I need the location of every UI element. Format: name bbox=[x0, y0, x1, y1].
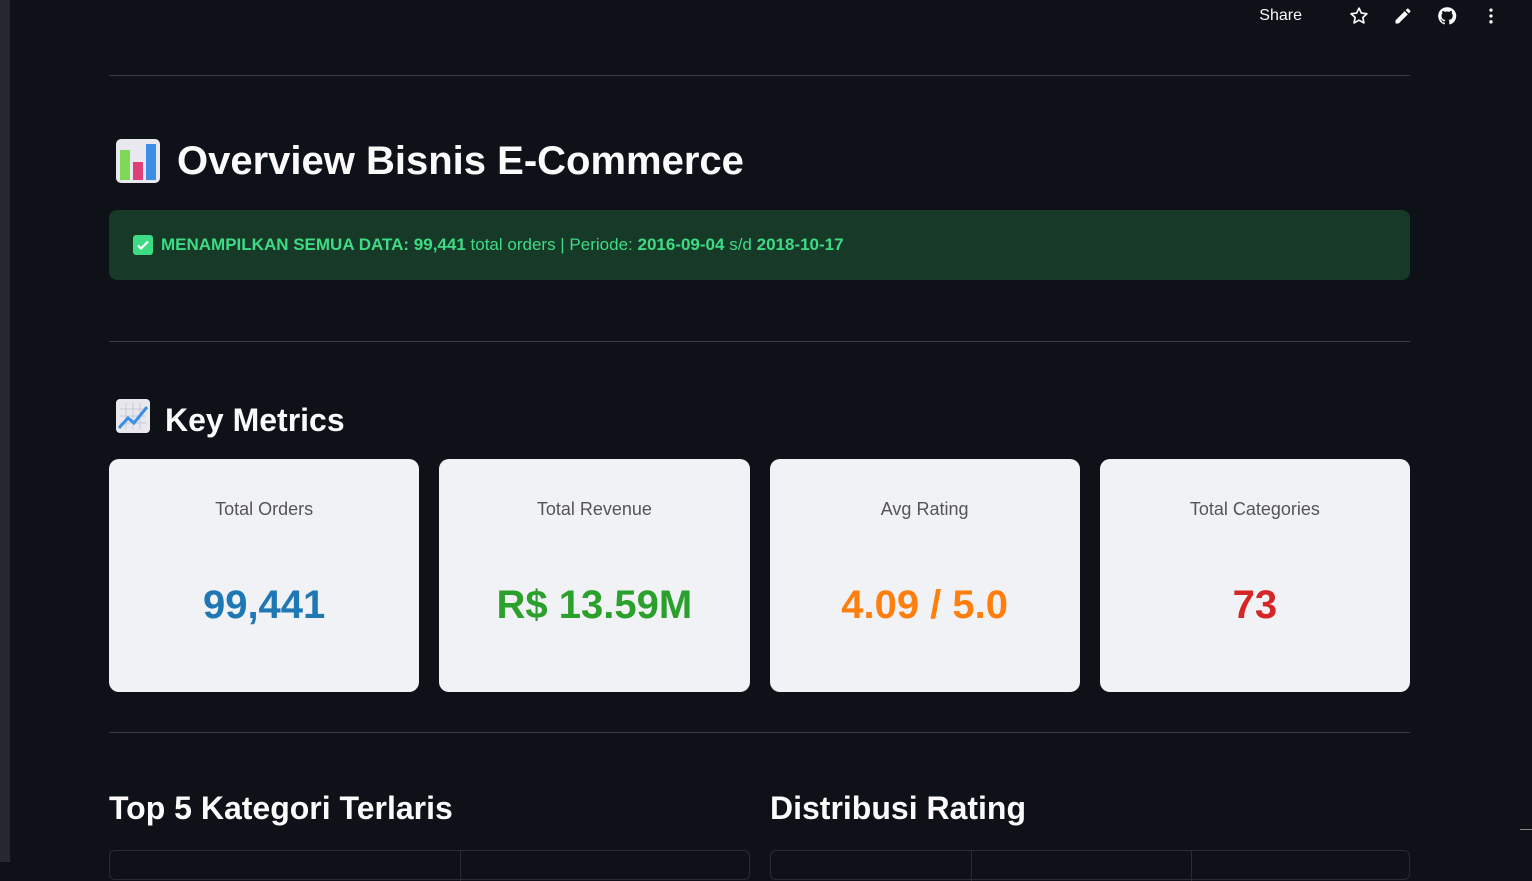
chart-gridline bbox=[460, 851, 461, 881]
page-title-text: Overview Bisnis E-Commerce bbox=[177, 138, 744, 183]
key-metrics-title: Key Metrics bbox=[165, 401, 345, 438]
divider bbox=[109, 732, 1410, 733]
metric-card-avg-rating: Avg Rating 4.09 / 5.0 bbox=[769, 459, 1080, 692]
sidebar-edge bbox=[0, 0, 10, 862]
metric-card-total-orders: Total Orders 99,441 bbox=[109, 459, 420, 692]
share-button[interactable]: Share bbox=[1259, 7, 1302, 25]
divider bbox=[109, 75, 1410, 76]
top-categories-chart[interactable] bbox=[109, 850, 750, 881]
metric-value: 99,441 bbox=[202, 583, 326, 627]
metric-label: Total Categories bbox=[1189, 499, 1320, 519]
banner-prefix: MENAMPILKAN SEMUA DATA: bbox=[161, 235, 410, 254]
banner-orders: 99,441 bbox=[413, 235, 466, 254]
banner-separator: s/d bbox=[729, 235, 752, 254]
scrollbar[interactable] bbox=[1520, 829, 1532, 830]
rating-distribution-heading: Distribusi Rating bbox=[770, 790, 1027, 826]
banner-start-date: 2016-09-04 bbox=[637, 235, 725, 254]
banner-orders-suffix: total orders | Periode: bbox=[470, 235, 633, 254]
trend-chart-icon bbox=[115, 398, 151, 442]
metric-label: Total Orders bbox=[215, 499, 314, 519]
banner-end-date: 2018-10-17 bbox=[756, 235, 844, 254]
metric-value: 73 bbox=[1232, 583, 1278, 627]
page-title: Overview Bisnis E-Commerce bbox=[115, 138, 744, 184]
github-icon[interactable] bbox=[1436, 5, 1458, 27]
top-toolbar: Share bbox=[1259, 0, 1502, 32]
metrics-row: Total Orders 99,441 Total Revenue R$ 13.… bbox=[109, 459, 1410, 692]
chart-gridline bbox=[971, 851, 972, 881]
divider bbox=[109, 341, 1410, 342]
top-categories-heading: Top 5 Kategori Terlaris bbox=[109, 790, 453, 826]
status-banner: MENAMPILKAN SEMUA DATA: 99,441 total ord… bbox=[109, 210, 1410, 280]
star-icon[interactable] bbox=[1348, 5, 1370, 27]
key-metrics-heading: Key Metrics bbox=[115, 398, 345, 442]
metric-value: 4.09 / 5.0 bbox=[841, 583, 1009, 627]
metric-card-total-revenue: Total Revenue R$ 13.59M bbox=[439, 459, 750, 692]
more-icon[interactable] bbox=[1480, 5, 1502, 27]
check-icon bbox=[133, 235, 153, 255]
rating-distribution-chart[interactable] bbox=[770, 850, 1410, 881]
metric-value: R$ 13.59M bbox=[496, 583, 693, 627]
chart-gridline bbox=[1191, 851, 1192, 881]
metric-label: Total Revenue bbox=[536, 499, 652, 519]
metric-label: Avg Rating bbox=[880, 499, 969, 519]
edit-icon[interactable] bbox=[1392, 5, 1414, 27]
metric-card-total-categories: Total Categories 73 bbox=[1099, 459, 1410, 692]
bar-chart-icon bbox=[115, 138, 161, 184]
